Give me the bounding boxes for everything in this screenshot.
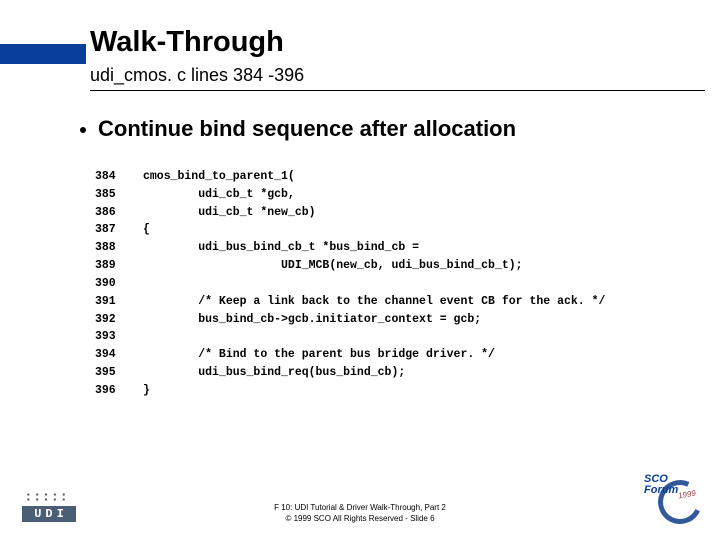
code-line: 396} bbox=[95, 382, 605, 400]
bullet-text: Continue bind sequence after allocation bbox=[98, 116, 516, 142]
code-line: 387{ bbox=[95, 221, 605, 239]
line-number: 387 bbox=[95, 221, 143, 239]
line-number: 389 bbox=[95, 257, 143, 275]
code-text: bus_bind_cb->gcb.initiator_context = gcb… bbox=[143, 313, 481, 326]
code-line: 391 /* Keep a link back to the channel e… bbox=[95, 293, 605, 311]
line-number: 386 bbox=[95, 204, 143, 222]
line-number: 392 bbox=[95, 311, 143, 329]
code-line: 384cmos_bind_to_parent_1( bbox=[95, 168, 605, 186]
footer: ▪▪▪▪▪▪▪▪▪▪ UDI F 10: UDI Tutorial & Driv… bbox=[0, 470, 720, 540]
code-line: 394 /* Bind to the parent bus bridge dri… bbox=[95, 346, 605, 364]
title-bar: Walk-Through udi_cmos. c lines 384 -396 bbox=[0, 20, 720, 78]
code-line: 388 udi_bus_bind_cb_t *bus_bind_cb = bbox=[95, 239, 605, 257]
accent-block bbox=[0, 44, 86, 64]
line-number: 388 bbox=[95, 239, 143, 257]
code-text: UDI_MCB(new_cb, udi_bus_bind_cb_t); bbox=[143, 259, 523, 272]
code-line: 389 UDI_MCB(new_cb, udi_bus_bind_cb_t); bbox=[95, 257, 605, 275]
code-text: /* Bind to the parent bus bridge driver.… bbox=[143, 348, 495, 361]
code-text: } bbox=[143, 384, 150, 397]
code-text: udi_cb_t *gcb, bbox=[143, 188, 295, 201]
footer-text: F 10: UDI Tutorial & Driver Walk-Through… bbox=[0, 502, 720, 524]
line-number: 395 bbox=[95, 364, 143, 382]
bullet-dot-icon bbox=[80, 127, 86, 133]
slide-title: Walk-Through bbox=[90, 26, 284, 59]
line-number: 394 bbox=[95, 346, 143, 364]
footer-line1: F 10: UDI Tutorial & Driver Walk-Through… bbox=[274, 503, 446, 512]
sco-forum-logo: SCO Forum 1999 bbox=[646, 474, 706, 530]
line-number: 384 bbox=[95, 168, 143, 186]
code-text: cmos_bind_to_parent_1( bbox=[143, 170, 295, 183]
code-line: 395 udi_bus_bind_req(bus_bind_cb); bbox=[95, 364, 605, 382]
line-number: 385 bbox=[95, 186, 143, 204]
code-text: { bbox=[143, 223, 150, 236]
sco-forum-text: SCO Forum bbox=[644, 474, 678, 496]
code-text: /* Keep a link back to the channel event… bbox=[143, 295, 605, 308]
title-underline bbox=[90, 90, 705, 91]
footer-line2: © 1999 SCO All Rights Reserved - Slide 6 bbox=[285, 514, 434, 523]
line-number: 390 bbox=[95, 275, 143, 293]
slide-subtitle: udi_cmos. c lines 384 -396 bbox=[90, 65, 304, 86]
code-line: 393 bbox=[95, 328, 605, 346]
code-text: udi_cb_t *new_cb) bbox=[143, 206, 316, 219]
line-number: 393 bbox=[95, 328, 143, 346]
code-text: udi_bus_bind_req(bus_bind_cb); bbox=[143, 366, 405, 379]
line-number: 396 bbox=[95, 382, 143, 400]
code-line: 385 udi_cb_t *gcb, bbox=[95, 186, 605, 204]
code-line: 392 bus_bind_cb->gcb.initiator_context =… bbox=[95, 311, 605, 329]
line-number: 391 bbox=[95, 293, 143, 311]
code-line: 386 udi_cb_t *new_cb) bbox=[95, 204, 605, 222]
code-line: 390 bbox=[95, 275, 605, 293]
bullet-item: Continue bind sequence after allocation bbox=[80, 116, 516, 142]
code-text: udi_bus_bind_cb_t *bus_bind_cb = bbox=[143, 241, 419, 254]
code-block: 384cmos_bind_to_parent_1(385 udi_cb_t *g… bbox=[95, 168, 605, 400]
